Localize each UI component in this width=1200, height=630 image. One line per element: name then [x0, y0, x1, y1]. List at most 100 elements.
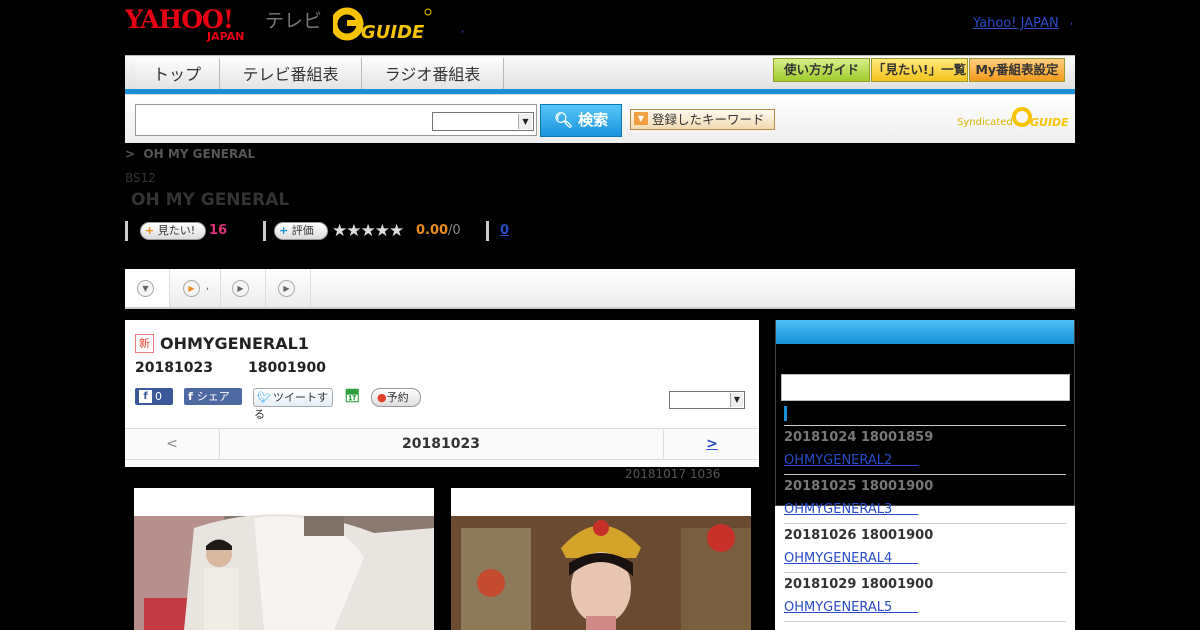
slot-link[interactable]: OHMYGENERAL5	[784, 596, 918, 615]
slot-datetime: 20181025 18001900	[784, 479, 934, 494]
slot-datetime: 20181026 18001900	[784, 528, 934, 543]
play-icon: ▶	[278, 280, 295, 297]
sidebar-header	[776, 320, 1074, 344]
slot-datetime: 20181029 18001900	[784, 577, 934, 592]
search-button-label: 検索	[578, 111, 609, 129]
episode-date: 20181023	[135, 360, 213, 376]
episode-photo-2[interactable]	[451, 488, 751, 630]
g-guide-small-icon: GUIDE	[1012, 107, 1068, 129]
play-icon: ▶	[183, 280, 200, 297]
slot-link[interactable]: OHMYGENERAL3	[784, 498, 918, 517]
last-updated: 20181017 1036	[625, 467, 721, 481]
want-count: 16	[209, 223, 228, 238]
tab-2[interactable]: ▶ ,	[170, 269, 221, 307]
header-dot: ,	[1070, 16, 1074, 27]
divider	[125, 221, 128, 241]
divider	[486, 221, 489, 241]
add-to-calendar-icon[interactable]: 📅︎	[344, 388, 361, 405]
reserve-label: 予約	[386, 391, 409, 404]
want-list-button[interactable]: 「見たい!」一覧	[871, 58, 968, 82]
tv-label: テレビ	[265, 10, 323, 32]
tab-4[interactable]: ▶	[266, 269, 311, 307]
reserve-button[interactable]: ●予約	[371, 388, 421, 407]
search-category-select[interactable]: ▼	[432, 112, 534, 131]
divider	[784, 523, 1066, 524]
episode-select[interactable]: ▼	[669, 391, 745, 409]
facebook-like-count: 0	[155, 390, 162, 403]
tab-top[interactable]: トップ	[135, 58, 220, 91]
play-icon: ▶	[232, 280, 249, 297]
episode-nav-date: 20181023	[402, 436, 480, 452]
plus-icon: +	[279, 224, 289, 237]
divider	[784, 621, 1066, 622]
tweet-button[interactable]: 🐦︎ ツイートする	[253, 388, 333, 421]
search-button[interactable]: 🔍︎ 検索	[540, 104, 622, 137]
episode-navigation: < 20181023 >	[125, 428, 759, 460]
episode-image	[134, 488, 434, 630]
chevron-down-icon: ▼	[518, 114, 532, 129]
g-guide-logo[interactable]: GUIDE	[333, 6, 433, 42]
want-button-label: 見たい!	[157, 224, 196, 237]
facebook-icon: f	[139, 390, 152, 403]
rating-count: /0	[448, 223, 461, 238]
tab-radio-schedule[interactable]: ラジオ番組表	[362, 58, 504, 91]
svg-text:JAPAN: JAPAN	[206, 30, 244, 42]
program-title: OH MY GENERAL	[131, 190, 290, 210]
plus-icon: +	[145, 224, 155, 237]
program-tab-bar: ▼ ▶ , ▶ ▶	[125, 269, 1075, 309]
episode-panel: 新 OHMYGENERAL1 20181023 18001900 f0 f シェア…	[125, 320, 759, 467]
prev-episode-button[interactable]: <	[125, 429, 220, 459]
episode-image	[451, 488, 751, 630]
saved-keywords-button[interactable]: ▼ 登録したキーワード	[630, 109, 775, 130]
slot-link[interactable]: OHMYGENERAL4	[784, 547, 918, 566]
episode-time: 18001900	[248, 360, 326, 376]
tab-2-label: ,	[206, 281, 210, 292]
review-count-link[interactable]: 0	[500, 223, 509, 238]
nav-accent-bar	[125, 89, 1075, 94]
record-dot-icon: ●	[377, 391, 387, 404]
svg-text:GUIDE: GUIDE	[361, 22, 425, 42]
chevron-down-icon: ▼	[730, 393, 743, 407]
syndicated-guide-logo: Syndicated GUIDE	[957, 105, 1069, 131]
breadcrumb-arrow: >	[125, 147, 136, 161]
breadcrumb-current: OH MY GENERAL	[143, 147, 256, 161]
facebook-share-button[interactable]: f シェア	[184, 388, 242, 405]
channel-name: BS12	[125, 171, 156, 185]
facebook-icon: f	[188, 390, 193, 403]
rate-button-label: 評価	[291, 224, 314, 237]
svg-text:GUIDE: GUIDE	[1030, 116, 1068, 129]
divider	[784, 425, 1066, 426]
rating-stars: ★★★★★	[332, 221, 404, 241]
chevron-down-icon: ▼	[137, 280, 154, 297]
search-area: ▼ 🔍︎ 検索 ▼ 登録したキーワード Syndicated GUIDE	[125, 95, 1075, 143]
tab-3[interactable]: ▶	[221, 269, 266, 307]
want-button[interactable]: + 見たい!	[140, 222, 206, 240]
tab-1[interactable]: ▼	[125, 269, 170, 307]
breadcrumb: > OH MY GENERAL	[125, 147, 255, 161]
twitter-bird-icon: 🐦︎	[257, 391, 271, 404]
facebook-like-button[interactable]: f0	[135, 388, 173, 405]
header-dot: ,	[461, 24, 465, 35]
sidebar-section-marker	[784, 406, 787, 421]
episode-photo-1[interactable]	[134, 488, 434, 630]
search-icon: 🔍︎	[553, 111, 573, 129]
syndicated-label: Syndicated	[957, 117, 1013, 128]
yahoo-japan-logo[interactable]: YAHOO! JAPAN	[125, 6, 261, 42]
sidebar-input[interactable]	[781, 374, 1070, 401]
slot-link[interactable]: OHMYGENERAL2	[784, 449, 918, 468]
episode-title: OHMYGENERAL1	[160, 334, 309, 353]
share-label: シェア	[196, 390, 230, 403]
saved-keywords-label: 登録したキーワード	[652, 112, 765, 127]
rating-score: 0.00	[416, 223, 449, 238]
usage-guide-button[interactable]: 使い方ガイド	[773, 58, 870, 82]
my-schedule-settings-button[interactable]: My番組表設定	[969, 58, 1065, 82]
dropdown-arrow-icon: ▼	[634, 112, 648, 125]
yahoo-japan-link[interactable]: Yahoo! JAPAN	[973, 16, 1059, 31]
divider	[784, 572, 1066, 573]
divider	[263, 221, 266, 241]
tab-tv-schedule[interactable]: テレビ番組表	[220, 58, 362, 91]
divider	[784, 474, 1066, 475]
next-episode-button[interactable]: >	[663, 429, 760, 459]
rate-button[interactable]: + 評価	[274, 222, 328, 240]
new-badge: 新	[135, 334, 154, 353]
